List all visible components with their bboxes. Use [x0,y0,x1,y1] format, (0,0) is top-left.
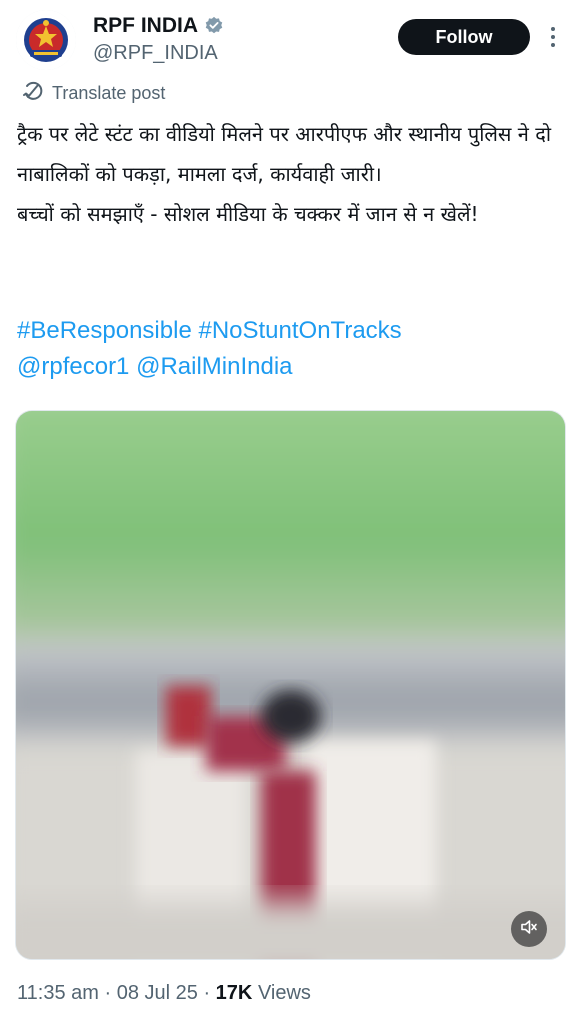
post-text-paragraph: ट्रैक पर लेटे स्टंट का वीडियो मिलने पर आ… [17,122,558,186]
video-frame [16,411,565,959]
views-count: 17K [215,982,253,1004]
mute-button[interactable] [511,911,547,947]
post-meta: 11:35 am · 08 Jul 25 · 17K Views [17,979,311,1007]
translate-icon [22,80,44,106]
post-text: ट्रैक पर लेटे स्टंट का वीडियो मिलने पर आ… [17,114,572,234]
follow-button[interactable]: Follow [398,19,530,55]
post-time[interactable]: 11:35 am [17,982,99,1004]
translate-post-link[interactable]: Translate post [22,80,165,106]
video-player[interactable] [16,411,565,959]
meta-separator: · [203,982,211,1004]
display-name[interactable]: RPF INDIA [93,13,198,39]
verified-badge-icon[interactable] [204,16,224,36]
avatar[interactable] [16,10,76,70]
hashtag-line: #BeResponsible #NoStuntOnTracks [17,315,402,347]
hashtag-link[interactable]: #NoStuntOnTracks [198,317,401,344]
account-handle[interactable]: @RPF_INDIA [93,41,218,65]
post-date[interactable]: 08 Jul 25 [117,982,198,1004]
mention-line: @rpfecor1 @RailMinIndia [17,351,293,383]
rpf-emblem-icon [16,10,76,70]
meta-separator: · [104,982,112,1004]
post-text-paragraph: बच्चों को समझाएँ - सोशल मीडिया के चक्कर … [17,202,479,226]
post-header: RPF INDIA @RPF_INDIA Follow [0,0,582,80]
hashtag-link[interactable]: #BeResponsible [17,317,192,344]
more-vertical-icon[interactable] [548,25,558,49]
mention-link[interactable]: @RailMinIndia [136,353,292,380]
views-label: Views [257,982,311,1004]
name-row: RPF INDIA [93,13,224,39]
speaker-muted-icon [519,917,539,941]
mention-link[interactable]: @rpfecor1 [17,353,129,380]
translate-label: Translate post [52,83,166,103]
